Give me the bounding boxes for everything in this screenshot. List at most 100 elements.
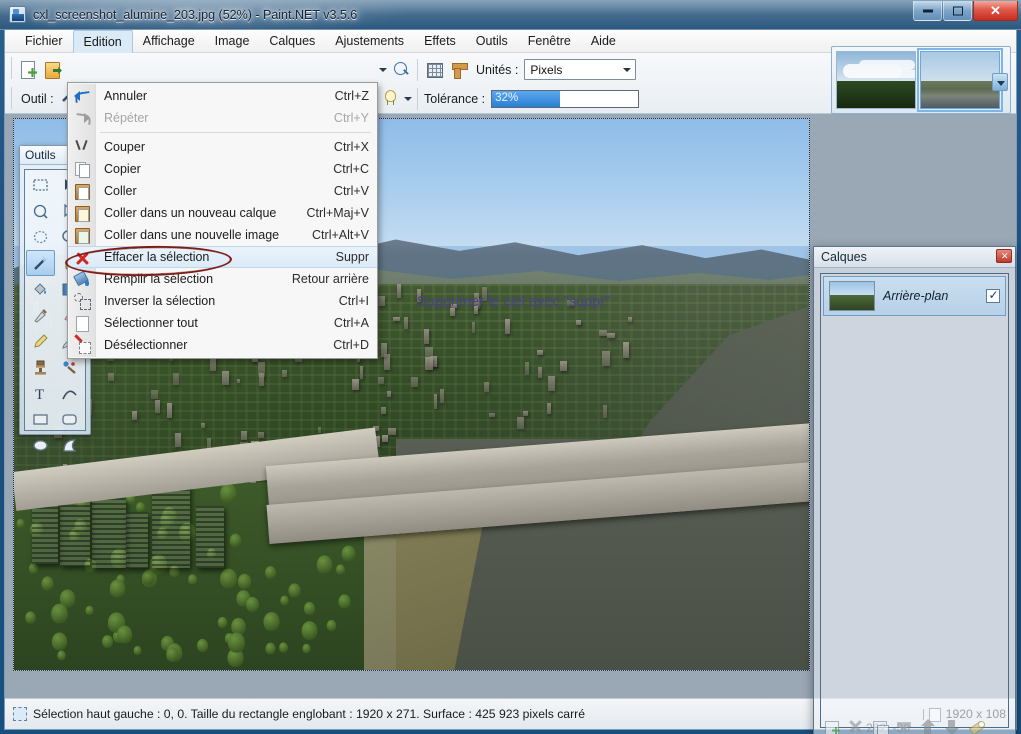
thumbnail-city-image[interactable] xyxy=(917,48,1003,112)
menu-item-shortcut: Ctrl+Maj+V xyxy=(306,206,369,220)
image-thumbnail-strip[interactable] xyxy=(831,46,1011,114)
tolerance-label: Tolérance : xyxy=(424,91,486,106)
menu-affichage[interactable]: Affichage xyxy=(133,31,205,52)
close-icon[interactable] xyxy=(996,249,1012,263)
menu-item-label: Répéter xyxy=(104,111,149,125)
rulers-icon[interactable] xyxy=(447,57,472,82)
menu-image[interactable]: Image xyxy=(205,31,260,52)
ellipse-select-tool[interactable] xyxy=(26,224,55,250)
layers-panel-footer xyxy=(820,715,1009,734)
magic-wand-tool[interactable] xyxy=(26,250,55,276)
fill-selection-icon xyxy=(74,271,90,287)
layer-thumbnail xyxy=(829,281,875,311)
grid-icon[interactable] xyxy=(422,57,447,82)
menu-item-shortcut: Ctrl+X xyxy=(333,140,369,154)
list-item[interactable]: Arrière-plan xyxy=(823,276,1006,316)
lasso-select-tool[interactable] xyxy=(26,198,55,224)
move-layer-down-icon[interactable] xyxy=(944,719,961,734)
menu-aide[interactable]: Aide xyxy=(581,31,626,52)
pencil-tool[interactable] xyxy=(26,328,55,354)
menu-item-label: Remplir la sélection xyxy=(104,272,214,286)
menu-item-label: Coller dans une nouvelle image xyxy=(104,228,280,242)
menu-ajustements[interactable]: Ajustements xyxy=(325,31,414,52)
undo-icon xyxy=(74,88,90,104)
units-label: Unités : xyxy=(476,62,519,77)
paintbrush-tool[interactable] xyxy=(26,302,55,328)
menu-item-shortcut: Ctrl+D xyxy=(333,338,369,352)
menu-item-coller[interactable]: Coller Ctrl+V xyxy=(68,180,377,202)
menu-item-label: Effacer la sélection xyxy=(104,250,210,264)
chevron-down-icon xyxy=(619,60,635,79)
menu-item-inverser-la-s-lection[interactable]: Inverser la sélection Ctrl+I xyxy=(68,290,377,312)
ellipse-shape-tool[interactable] xyxy=(26,432,55,458)
menu-item-coller-dans-un-nouveau-calque[interactable]: Coller dans un nouveau calque Ctrl+Maj+V xyxy=(68,202,377,224)
menu-item-shortcut: Ctrl+A xyxy=(333,316,369,330)
menu-item-label: Inverser la sélection xyxy=(104,294,216,308)
move-layer-up-icon[interactable] xyxy=(920,718,937,734)
menu-calques[interactable]: Calques xyxy=(259,31,325,52)
menu-item-label: Copier xyxy=(104,162,141,176)
menu-fenetre[interactable]: Fenêtre xyxy=(518,31,581,52)
invert-selection-icon xyxy=(74,293,91,310)
add-layer-icon[interactable] xyxy=(824,719,841,734)
menu-item-d-s-lectionner[interactable]: Désélectionner Ctrl+D xyxy=(68,334,377,356)
copy-icon xyxy=(74,161,90,178)
menu-item-s-lectionner-tout[interactable]: Sélectionner tout Ctrl+A xyxy=(68,312,377,334)
minimize-button[interactable] xyxy=(913,1,942,21)
rounded-rectangle-tool[interactable] xyxy=(55,406,84,432)
line-curve-tool[interactable] xyxy=(55,380,84,406)
menu-item-coller-dans-une-nouvelle-image[interactable]: Coller dans une nouvelle image Ctrl+Alt+V xyxy=(68,224,377,246)
menu-item-shortcut: Ctrl+Z xyxy=(334,89,369,103)
zoom-dropdown-caret[interactable] xyxy=(377,57,388,82)
maximize-button[interactable] xyxy=(943,1,972,21)
menu-effets[interactable]: Effets xyxy=(414,31,466,52)
rectangle-select-tool[interactable] xyxy=(26,172,55,198)
delete-layer-icon[interactable] xyxy=(848,719,865,734)
menu-item-annuler[interactable]: Annuler Ctrl+Z xyxy=(68,85,377,107)
menu-item-shortcut: Suppr xyxy=(335,250,369,264)
svg-text:T: T xyxy=(35,387,44,402)
rectangle-shape-tool[interactable] xyxy=(26,406,55,432)
menu-item-shortcut: Ctrl+Alt+V xyxy=(312,228,369,242)
menu-separator xyxy=(100,132,371,133)
menu-fichier[interactable]: Fichier xyxy=(15,31,73,52)
menu-item-label: Sélectionner tout xyxy=(104,316,198,330)
menu-item-effacer-la-s-lection[interactable]: Effacer la sélection Suppr xyxy=(68,246,377,268)
menu-item-copier[interactable]: Copier Ctrl+C xyxy=(68,158,377,180)
title-bar[interactable]: cxl_screenshot_alumine_203.jpg (52%) - P… xyxy=(0,0,1021,30)
freeform-shape-tool[interactable] xyxy=(55,432,84,458)
erase-selection-icon xyxy=(74,250,90,266)
zoom-icon[interactable] xyxy=(388,57,413,82)
menu-outils[interactable]: Outils xyxy=(466,31,518,52)
menu-item-couper[interactable]: Couper Ctrl+X xyxy=(68,136,377,158)
layers-list[interactable]: Arrière-plan xyxy=(820,273,1009,728)
window-title: cxl_screenshot_alumine_203.jpg (52%) - P… xyxy=(33,8,358,22)
paintnet-app-icon xyxy=(9,6,26,23)
menu-item-label: Coller dans un nouveau calque xyxy=(104,206,277,220)
thumbnail-clouds-image[interactable] xyxy=(836,51,916,109)
selection-icon xyxy=(13,707,27,721)
clone-stamp-tool[interactable] xyxy=(26,354,55,380)
chevron-down-icon[interactable] xyxy=(992,73,1008,91)
antialiasing-bulb-icon[interactable] xyxy=(377,86,402,111)
menu-edition[interactable]: Edition xyxy=(72,29,133,53)
antialiasing-dropdown-caret[interactable] xyxy=(402,86,413,111)
open-file-icon[interactable] xyxy=(40,57,65,82)
paint-bucket-tool[interactable] xyxy=(26,276,55,302)
new-file-icon[interactable] xyxy=(15,57,40,82)
layer-properties-icon[interactable] xyxy=(968,719,985,734)
duplicate-layer-icon[interactable] xyxy=(872,719,889,734)
tolerance-slider[interactable]: 32% xyxy=(491,89,640,108)
merge-layer-down-icon[interactable] xyxy=(896,719,913,734)
edition-dropdown-menu[interactable]: Annuler Ctrl+Z Répéter Ctrl+Y Couper Ctrl+X Co… xyxy=(67,82,378,359)
menu-item-r-p-ter[interactable]: Répéter Ctrl+Y xyxy=(68,107,377,129)
units-select[interactable]: Pixels xyxy=(524,59,637,80)
paste-into-new-image-icon xyxy=(74,227,90,244)
menu-item-remplir-la-s-lection[interactable]: Remplir la sélection Retour arrière xyxy=(68,268,377,290)
toolbar-separator xyxy=(11,87,12,109)
layer-visibility-checkbox[interactable] xyxy=(986,288,1000,303)
text-tool[interactable]: T xyxy=(26,380,55,406)
layers-panel[interactable]: Calques Arrière-plan 262, -30 xyxy=(813,246,1016,734)
toolbar-separator xyxy=(11,57,12,79)
close-button[interactable]: ✕ xyxy=(973,1,1018,21)
